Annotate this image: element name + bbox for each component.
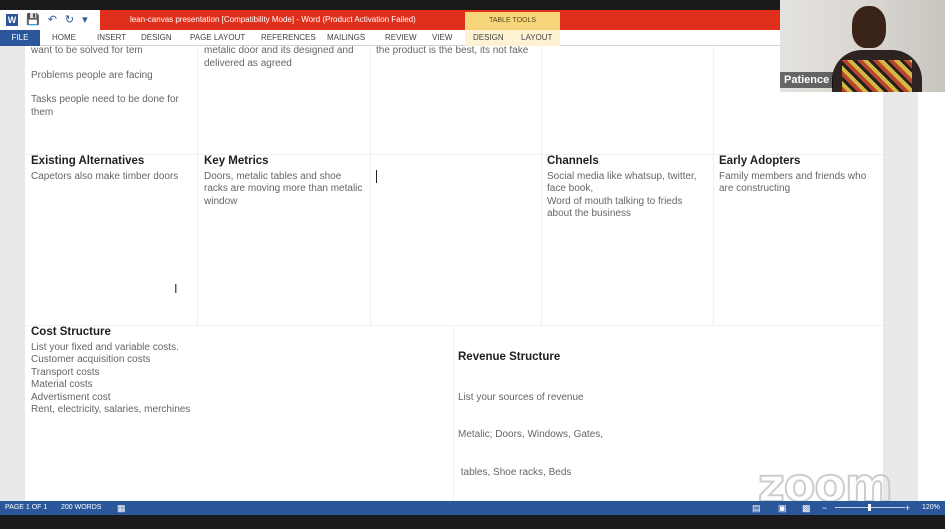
print-layout-icon[interactable]: ▣: [778, 501, 787, 515]
tab-mailings[interactable]: MAILINGS: [327, 30, 365, 46]
document-page[interactable]: want to be solved for tem Problems peopl…: [25, 46, 883, 501]
table-tools-tab-group: TABLE TOOLS: [465, 12, 560, 30]
document-area: want to be solved for tem Problems peopl…: [0, 46, 945, 501]
uvp-cell: the product is the best, its not fake: [376, 46, 536, 58]
ibeam-pointer-icon: I: [174, 282, 178, 296]
key-metrics-cell: Key Metrics Doors, metalic tables and sh…: [204, 155, 364, 208]
grid-line: [541, 46, 542, 326]
zoom-level[interactable]: 120%: [922, 501, 940, 515]
channels-cell: Channels Social media like whatsup, twit…: [547, 155, 707, 221]
customize-qat-icon[interactable]: ▾: [82, 10, 88, 30]
ribbon-tabs: FILE HOME INSERT DESIGN PAGE LAYOUT REFE…: [0, 30, 780, 46]
cell-line: Rent, electricity, salaries, merchines: [31, 404, 191, 415]
grid-line: [713, 46, 714, 326]
redo-icon[interactable]: ↻: [65, 10, 74, 30]
cost-structure-cell: Cost Structure List your fixed and varia…: [31, 326, 441, 417]
tab-page-layout[interactable]: PAGE LAYOUT: [190, 30, 245, 46]
word-logo-icon: W: [6, 14, 18, 26]
cell-line: Material costs: [31, 379, 93, 390]
cell-line: Advertisment cost: [31, 391, 111, 403]
read-mode-icon[interactable]: ▤: [752, 501, 761, 515]
tab-view[interactable]: VIEW: [432, 30, 452, 46]
cell-title: Revenue Structure: [458, 351, 561, 363]
tab-references[interactable]: REFERENCES: [261, 30, 316, 46]
problem-line: Tasks people need to be done for them: [31, 94, 179, 118]
problem-line: want to be solved for tem: [31, 46, 143, 56]
tab-file[interactable]: FILE: [0, 30, 40, 46]
window-title: lean-canvas presentation [Compatibility …: [130, 15, 416, 24]
participant-head: [852, 6, 886, 48]
tab-review[interactable]: REVIEW: [385, 30, 417, 46]
zoom-in-icon[interactable]: +: [905, 501, 910, 515]
problem-line: Problems people are facing: [31, 69, 153, 81]
status-bar: PAGE 1 OF 1 200 WORDS ▦ ▤ ▣ ▩ − + 120%: [0, 501, 945, 515]
cell-title: Key Metrics: [204, 155, 269, 167]
cell-line: Word of mouth talking to frieds about th…: [547, 195, 683, 220]
word-count[interactable]: 200 WORDS: [61, 501, 101, 515]
grid-line: [197, 46, 198, 326]
tab-design[interactable]: DESIGN: [141, 30, 172, 46]
cell-line: Capetors also make timber doors: [31, 170, 179, 182]
save-icon[interactable]: 💾: [26, 10, 40, 30]
zoom-out-icon[interactable]: −: [822, 501, 827, 515]
tab-home[interactable]: HOME: [52, 30, 76, 46]
meeting-bottom-strip: [0, 515, 945, 529]
participant-clothing: [842, 60, 912, 92]
cell-line: Social media like whatsup, twitter, face…: [547, 170, 697, 195]
participant-name-label: Patience: [780, 72, 834, 88]
cell-title: Early Adopters: [719, 155, 801, 167]
cell-line: Doors, metalic tables and shoe racks are…: [204, 170, 363, 207]
cell-line: Metalic; Doors, Windows, Gates,: [458, 429, 604, 440]
cell-line: List your fixed and variable costs.: [31, 341, 179, 353]
solution-cell: metalic door and its designed and delive…: [204, 46, 364, 70]
existing-alternatives-cell: Existing Alternatives Capetors also make…: [31, 155, 191, 183]
uvp-line: the product is the best, its not fake: [376, 46, 529, 56]
solution-line: metalic door and its designed and delive…: [204, 46, 354, 69]
page-count[interactable]: PAGE 1 OF 1: [5, 501, 47, 515]
cell-line: Customer acquisition costs: [31, 354, 151, 365]
tab-table-layout[interactable]: LAYOUT: [511, 30, 560, 46]
tab-insert[interactable]: INSERT: [97, 30, 126, 46]
proofing-icon[interactable]: ▦: [117, 501, 126, 515]
grid-line: [370, 46, 371, 326]
grid-line: [453, 326, 454, 501]
cell-title: Existing Alternatives: [31, 155, 145, 167]
quick-access-toolbar: W 💾 ↶ ↻ ▾: [0, 10, 100, 30]
problem-cell: want to be solved for tem Problems peopl…: [31, 46, 191, 119]
cell-line: Family members and friends who are const…: [719, 170, 867, 195]
cell-title: Cost Structure: [31, 326, 111, 338]
zoom-slider-handle[interactable]: [868, 504, 871, 511]
right-margin-panel: [918, 46, 945, 501]
cell-title: Channels: [547, 155, 599, 167]
undo-icon[interactable]: ↶: [48, 10, 57, 30]
text-cursor: [376, 170, 377, 183]
cell-line: Transport costs: [31, 366, 100, 378]
tab-table-design[interactable]: DESIGN: [465, 30, 511, 46]
cell-line: List your sources of revenue: [458, 391, 584, 403]
web-layout-icon[interactable]: ▩: [802, 501, 811, 515]
early-adopters-cell: Early Adopters Family members and friend…: [719, 155, 879, 196]
